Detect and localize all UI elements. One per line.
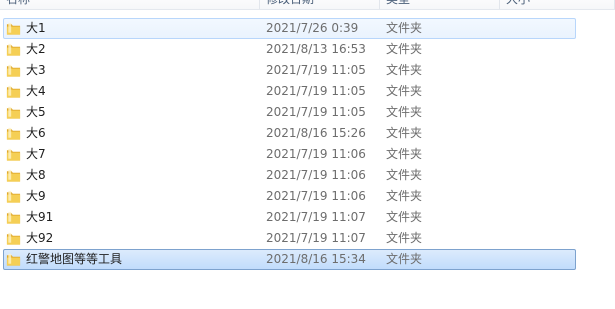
file-row[interactable]: 大4 2021/7/19 11:05 文件夹 [0,81,615,102]
file-type: 文件夹 [386,84,423,98]
file-name: 大91 [26,210,54,224]
file-name: 红警地图等等工具 [26,252,123,266]
file-name: 大4 [26,84,46,98]
file-date-modified: 2021/7/19 11:05 [266,105,366,119]
file-row[interactable]: 大8 2021/7/19 11:06 文件夹 [0,165,615,186]
file-type: 文件夹 [386,231,423,245]
folder-icon [6,64,21,77]
file-type: 文件夹 [386,147,423,161]
file-name: 大92 [26,231,54,245]
file-type: 文件夹 [386,126,423,140]
file-name: 大6 [26,126,46,140]
column-header-type[interactable]: 类型 [380,0,500,9]
folder-icon [6,232,21,245]
file-date-modified: 2021/7/19 11:07 [266,210,366,224]
file-row[interactable]: 大9 2021/7/19 11:06 文件夹 [0,186,615,207]
folder-icon [6,148,21,161]
file-row[interactable]: 红警地图等等工具 2021/8/16 15:34 文件夹 [0,249,615,270]
column-header: 名称 修改日期 类型 大小 [0,0,615,10]
folder-icon [6,253,21,266]
file-name: 大8 [26,168,46,182]
file-type: 文件夹 [386,210,423,224]
folder-icon [6,190,21,203]
folder-icon [6,22,21,35]
file-date-modified: 2021/7/19 11:05 [266,84,366,98]
column-header-date-modified[interactable]: 修改日期 [260,0,380,9]
file-type: 文件夹 [386,21,423,35]
folder-icon [6,85,21,98]
file-row[interactable]: 大2 2021/8/13 16:53 文件夹 [0,39,615,60]
file-name: 大9 [26,189,46,203]
file-name: 大3 [26,63,46,77]
folder-icon [6,43,21,56]
file-date-modified: 2021/8/16 15:34 [266,252,366,266]
file-type: 文件夹 [386,42,423,56]
file-type: 文件夹 [386,189,423,203]
file-type: 文件夹 [386,168,423,182]
file-date-modified: 2021/7/19 11:06 [266,189,366,203]
file-date-modified: 2021/7/19 11:06 [266,147,366,161]
column-header-size[interactable]: 大小 [500,0,615,9]
folder-icon [6,127,21,140]
file-name: 大1 [26,21,46,35]
file-explorer-list-view: 名称 修改日期 类型 大小 大1 2021/7/26 0:39 文件夹 大2 2021… [0,0,615,309]
file-row[interactable]: 大3 2021/7/19 11:05 文件夹 [0,60,615,81]
folder-icon [6,211,21,224]
file-row[interactable]: 大92 2021/7/19 11:07 文件夹 [0,228,615,249]
file-row[interactable]: 大7 2021/7/19 11:06 文件夹 [0,144,615,165]
file-date-modified: 2021/7/19 11:06 [266,168,366,182]
file-name: 大2 [26,42,46,56]
file-date-modified: 2021/8/13 16:53 [266,42,366,56]
file-name: 大5 [26,105,46,119]
file-type: 文件夹 [386,105,423,119]
file-row[interactable]: 大91 2021/7/19 11:07 文件夹 [0,207,615,228]
file-type: 文件夹 [386,63,423,77]
file-date-modified: 2021/7/26 0:39 [266,21,359,35]
file-row[interactable]: 大1 2021/7/26 0:39 文件夹 [0,18,615,39]
file-date-modified: 2021/7/19 11:05 [266,63,366,77]
file-row[interactable]: 大6 2021/8/16 15:26 文件夹 [0,123,615,144]
file-type: 文件夹 [386,252,423,266]
file-row[interactable]: 大5 2021/7/19 11:05 文件夹 [0,102,615,123]
file-name: 大7 [26,147,46,161]
file-date-modified: 2021/8/16 15:26 [266,126,366,140]
file-list: 大1 2021/7/26 0:39 文件夹 大2 2021/8/13 16:53 文件夹… [0,18,615,270]
folder-icon [6,106,21,119]
column-header-name[interactable]: 名称 [0,0,260,9]
folder-icon [6,169,21,182]
file-date-modified: 2021/7/19 11:07 [266,231,366,245]
